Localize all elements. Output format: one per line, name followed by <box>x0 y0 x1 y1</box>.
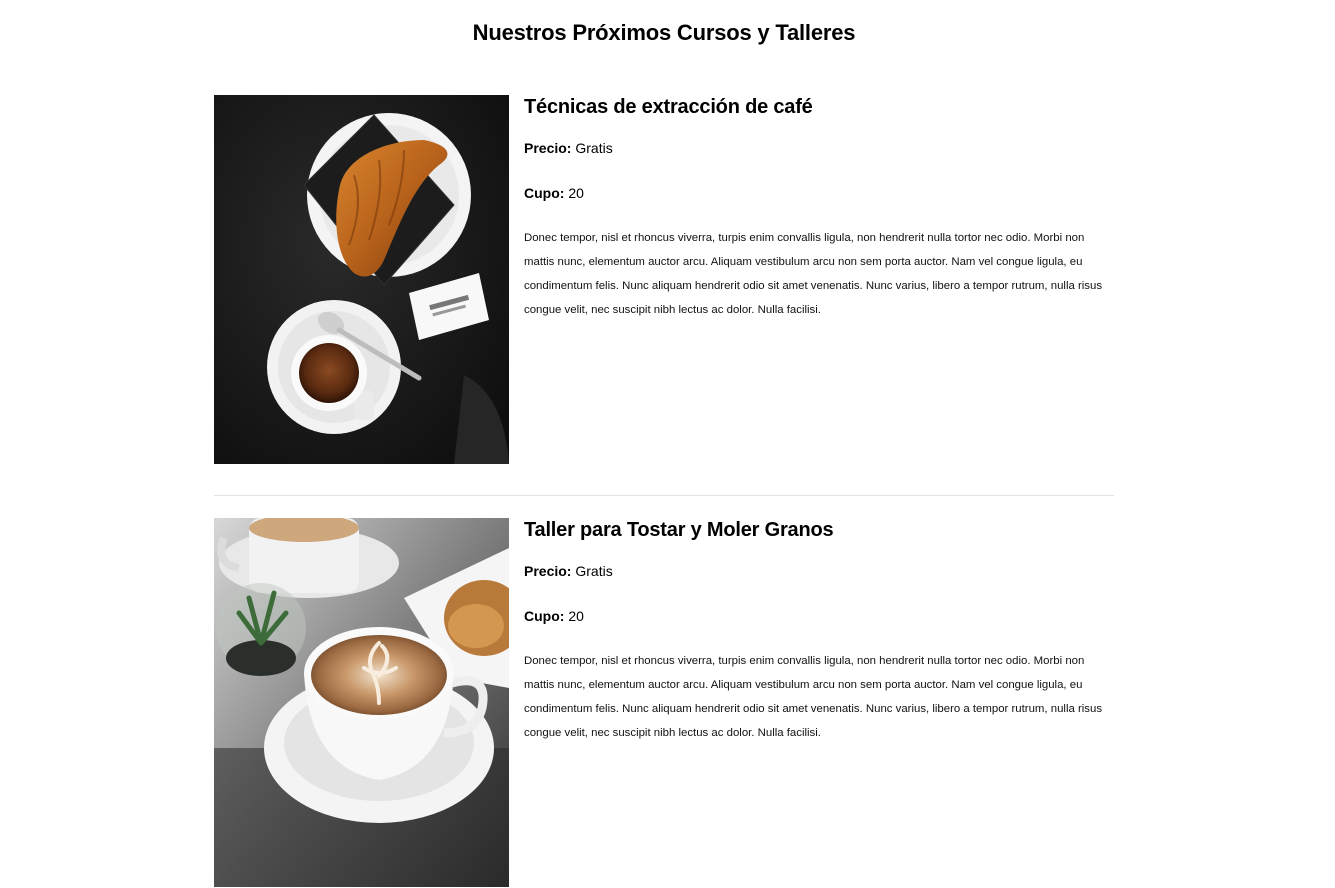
spots-value: 20 <box>568 185 584 201</box>
course-price: Precio: Gratis <box>524 561 1114 581</box>
course-description: Donec tempor, nisl et rhoncus viverra, t… <box>524 655 1103 739</box>
course-title: Taller para Tostar y Moler Granos <box>524 519 834 541</box>
divider <box>214 495 1114 496</box>
course-info: Taller para Tostar y Moler Granos Precio… <box>524 518 1114 745</box>
course-image-latte-cups <box>214 518 509 887</box>
page-title: Nuestros Próximos Cursos y Talleres <box>472 20 856 45</box>
price-value: Gratis <box>575 563 613 579</box>
course-description: Donec tempor, nisl et rhoncus viverra, t… <box>524 232 1103 316</box>
course-title: Técnicas de extracción de café <box>524 96 813 118</box>
spots-label: Cupo: <box>524 185 565 201</box>
spots-value: 20 <box>568 608 584 624</box>
price-label: Precio: <box>524 140 572 156</box>
spots-label: Cupo: <box>524 608 565 624</box>
course-spots: Cupo: 20 <box>524 606 1114 626</box>
price-label: Precio: <box>524 563 572 579</box>
course-info: Técnicas de extracción de café Precio: G… <box>524 95 1114 322</box>
course-price: Precio: Gratis <box>524 138 1114 158</box>
price-value: Gratis <box>575 140 613 156</box>
course-spots: Cupo: 20 <box>524 183 1114 203</box>
course-image-croissant-espresso <box>214 95 509 464</box>
